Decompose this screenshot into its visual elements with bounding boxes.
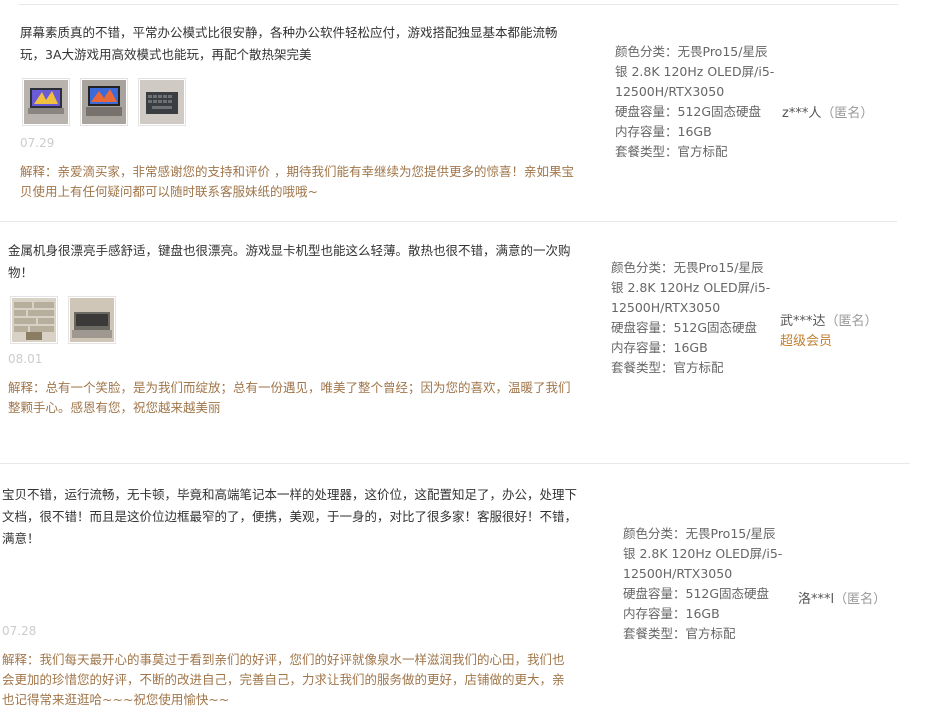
reviewer: 洛***l（匿名） (798, 590, 886, 610)
reviewer: 武***达（匿名） 超级会员 (780, 312, 878, 352)
sku-color: 颜色分类：无畏Pro15/星辰银 2.8K 120Hz OLED屏/i5-125… (623, 526, 783, 581)
laptop-photo-icon (24, 80, 68, 124)
anonymous-tag: （匿名） (821, 106, 874, 121)
sku-memory: 内存容量：16GB (623, 606, 720, 621)
reply-label: 解释： (2, 652, 40, 667)
anonymous-tag: （匿名） (825, 314, 878, 329)
keyboard-photo-icon (140, 80, 184, 124)
review-date: 07.28 (2, 624, 37, 638)
review-photo-thumbnail[interactable] (80, 78, 128, 126)
sku-storage: 硬盘容量：512G固态硬盘 (615, 104, 762, 119)
sku-package: 套餐类型：官方标配 (611, 360, 724, 375)
sku-memory: 内存容量：16GB (615, 124, 712, 139)
review-item: 宝贝不错，运行流畅，无卡顿，毕竟和高端笔记本一样的处理器，这价位，这配置知足了，… (0, 464, 927, 725)
sku-storage: 硬盘容量：512G固态硬盘 (611, 320, 758, 335)
reply-label: 解释： (8, 380, 46, 395)
seller-reply: 解释：我们每天最开心的事莫过于看到亲们的好评，您们的好评就像泉水一样滋润我们的心… (2, 650, 574, 710)
laptop-photo-icon (70, 298, 114, 342)
reviewer-name: 武***达 (780, 314, 826, 329)
vip-badge: 超级会员 (780, 334, 833, 349)
review-content: 屏幕素质真的不错，平常办公模式比很安静，各种办公软件轻松应付，游戏搭配独显基本都… (20, 25, 558, 62)
review-photos (10, 296, 116, 344)
seller-reply: 解释：总有一个笑脸，是为我们而绽放；总有一份遇见，唯美了整个曾经；因为您的喜欢，… (8, 378, 574, 418)
sku-storage: 硬盘容量：512G固态硬盘 (623, 586, 770, 601)
reply-text: 总有一个笑脸，是为我们而绽放；总有一份遇见，唯美了整个曾经；因为您的喜欢，温暖了… (8, 380, 571, 415)
review-photo-thumbnail[interactable] (10, 296, 58, 344)
review-photo-thumbnail[interactable] (22, 78, 70, 126)
sku-info: 颜色分类：无畏Pro15/星辰银 2.8K 120Hz OLED屏/i5-125… (623, 524, 783, 644)
review-photos (22, 78, 186, 126)
reviewer-name: 洛***l (798, 592, 835, 607)
review-content: 宝贝不错，运行流畅，无卡顿，毕竟和高端笔记本一样的处理器，这价位，这配置知足了，… (2, 487, 578, 546)
laptop-photo-icon (82, 80, 126, 124)
reviewer: z***人（匿名） (782, 104, 873, 124)
reviewer-name: z***人 (782, 106, 822, 121)
reply-label: 解释： (20, 164, 58, 179)
sku-color: 颜色分类：无畏Pro15/星辰银 2.8K 120Hz OLED屏/i5-125… (615, 44, 775, 99)
review-content: 金属机身很漂亮手感舒适，键盘也很漂亮。游戏显卡机型也能这么轻薄。散热也很不错，满… (8, 243, 571, 280)
review-photo-thumbnail[interactable] (138, 78, 186, 126)
sku-color: 颜色分类：无畏Pro15/星辰银 2.8K 120Hz OLED屏/i5-125… (611, 260, 771, 315)
review-date: 07.29 (20, 136, 55, 150)
reply-text: 亲爱滴买家，非常感谢您的支持和评价 ，期待我们能有幸继续为您提供更多的惊喜！亲如… (20, 164, 574, 199)
sku-package: 套餐类型：官方标配 (615, 144, 728, 159)
seller-reply: 解释：亲爱滴买家，非常感谢您的支持和评价 ，期待我们能有幸继续为您提供更多的惊喜… (20, 162, 580, 202)
review-item: 金属机身很漂亮手感舒适，键盘也很漂亮。游戏显卡机型也能这么轻薄。散热也很不错，满… (0, 222, 927, 464)
sku-package: 套餐类型：官方标配 (623, 626, 736, 641)
reply-text: 我们每天最开心的事莫过于看到亲们的好评，您们的好评就像泉水一样滋润我们的心田，我… (2, 652, 565, 707)
sku-info: 颜色分类：无畏Pro15/星辰银 2.8K 120Hz OLED屏/i5-125… (611, 258, 771, 378)
box-photo-icon (12, 298, 56, 342)
sku-info: 颜色分类：无畏Pro15/星辰银 2.8K 120Hz OLED屏/i5-125… (615, 42, 775, 162)
review-date: 08.01 (8, 352, 43, 366)
review-item: 屏幕素质真的不错，平常办公模式比很安静，各种办公软件轻松应付，游戏搭配独显基本都… (0, 0, 927, 222)
anonymous-tag: （匿名） (834, 592, 887, 607)
review-photo-thumbnail[interactable] (68, 296, 116, 344)
sku-memory: 内存容量：16GB (611, 340, 708, 355)
